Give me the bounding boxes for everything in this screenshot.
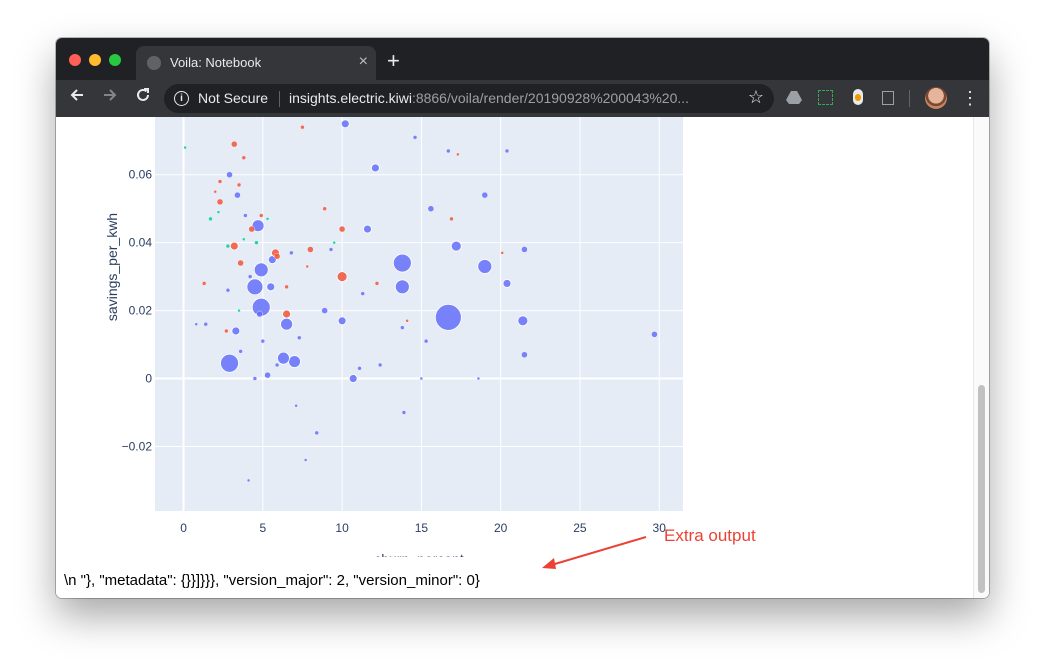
annotation-arrow	[542, 536, 647, 569]
annotation-label: Extra output	[664, 526, 756, 545]
